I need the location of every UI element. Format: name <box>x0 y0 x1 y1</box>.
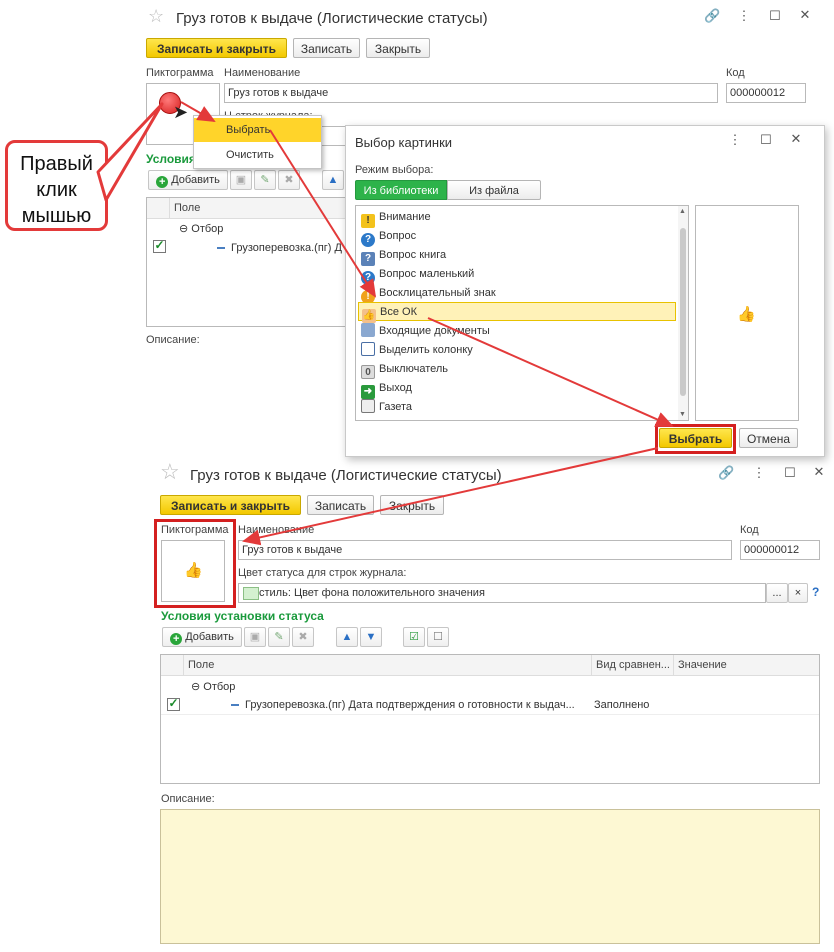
callout-pointer <box>96 102 164 202</box>
arrow-to-icon-box <box>242 447 659 546</box>
arrow-to-select-button <box>427 317 674 427</box>
arrow-to-menu <box>180 101 216 122</box>
annotation-arrows <box>96 101 674 546</box>
arrow-to-list-item <box>269 129 377 298</box>
